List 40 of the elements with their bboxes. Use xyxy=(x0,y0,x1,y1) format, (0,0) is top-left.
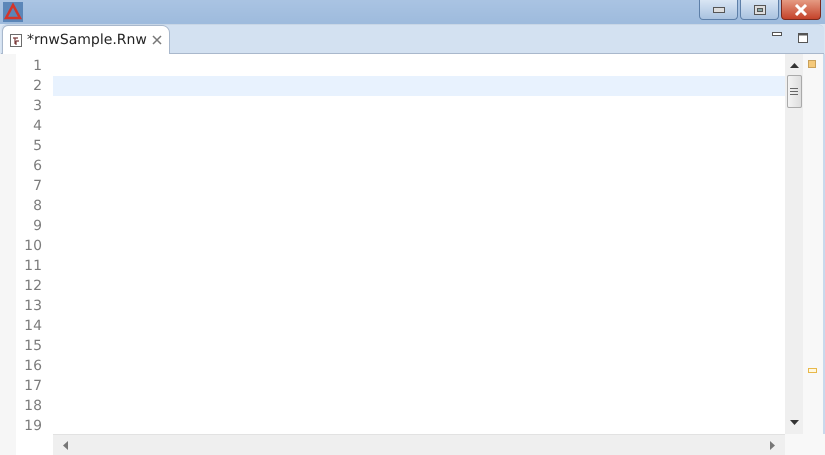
line-number: 14 xyxy=(23,317,43,336)
line-number: 11 xyxy=(23,257,43,276)
scroll-left-icon[interactable] xyxy=(63,440,68,450)
line-number: 2 xyxy=(32,77,43,96)
line-number: 16 xyxy=(23,357,43,376)
line-number: 17 xyxy=(23,377,43,396)
close-icon xyxy=(794,4,808,16)
line-number: 1 xyxy=(32,57,43,76)
line-number: 4 xyxy=(32,117,43,136)
close-icon[interactable] xyxy=(152,35,162,45)
close-button[interactable] xyxy=(781,0,821,20)
line-number: 19 xyxy=(23,417,43,436)
maximize-icon xyxy=(754,4,766,14)
line-number: 15 xyxy=(23,337,43,356)
minimize-icon[interactable] xyxy=(772,32,782,37)
line-number: 18 xyxy=(23,397,43,416)
line-number: 12 xyxy=(23,277,43,296)
line-number: 3 xyxy=(32,97,43,116)
horizontal-scrollbar[interactable] xyxy=(53,434,785,455)
scroll-up-icon[interactable] xyxy=(790,63,798,68)
scroll-right-icon[interactable] xyxy=(770,440,775,450)
minimize-icon xyxy=(712,6,724,12)
scroll-down-icon[interactable] xyxy=(790,420,798,425)
overview-marker-icon xyxy=(808,368,817,373)
line-number: 5 xyxy=(32,137,43,156)
line-number: 9 xyxy=(32,217,43,236)
editor-tab[interactable]: *rnwSample.Rnw xyxy=(2,25,170,54)
line-number: 10 xyxy=(23,237,43,256)
app-icon xyxy=(3,2,23,22)
vertical-scrollbar[interactable] xyxy=(785,54,803,434)
maximize-button[interactable] xyxy=(740,0,779,20)
file-icon xyxy=(10,34,22,46)
line-number: 8 xyxy=(32,197,43,216)
line-number: 6 xyxy=(32,157,43,176)
scroll-thumb[interactable] xyxy=(786,75,802,108)
minimize-button[interactable] xyxy=(699,0,738,20)
line-number: 7 xyxy=(32,177,43,196)
overview-marker-icon xyxy=(808,60,816,68)
line-number: 13 xyxy=(23,297,43,316)
maximize-icon[interactable] xyxy=(798,33,808,43)
